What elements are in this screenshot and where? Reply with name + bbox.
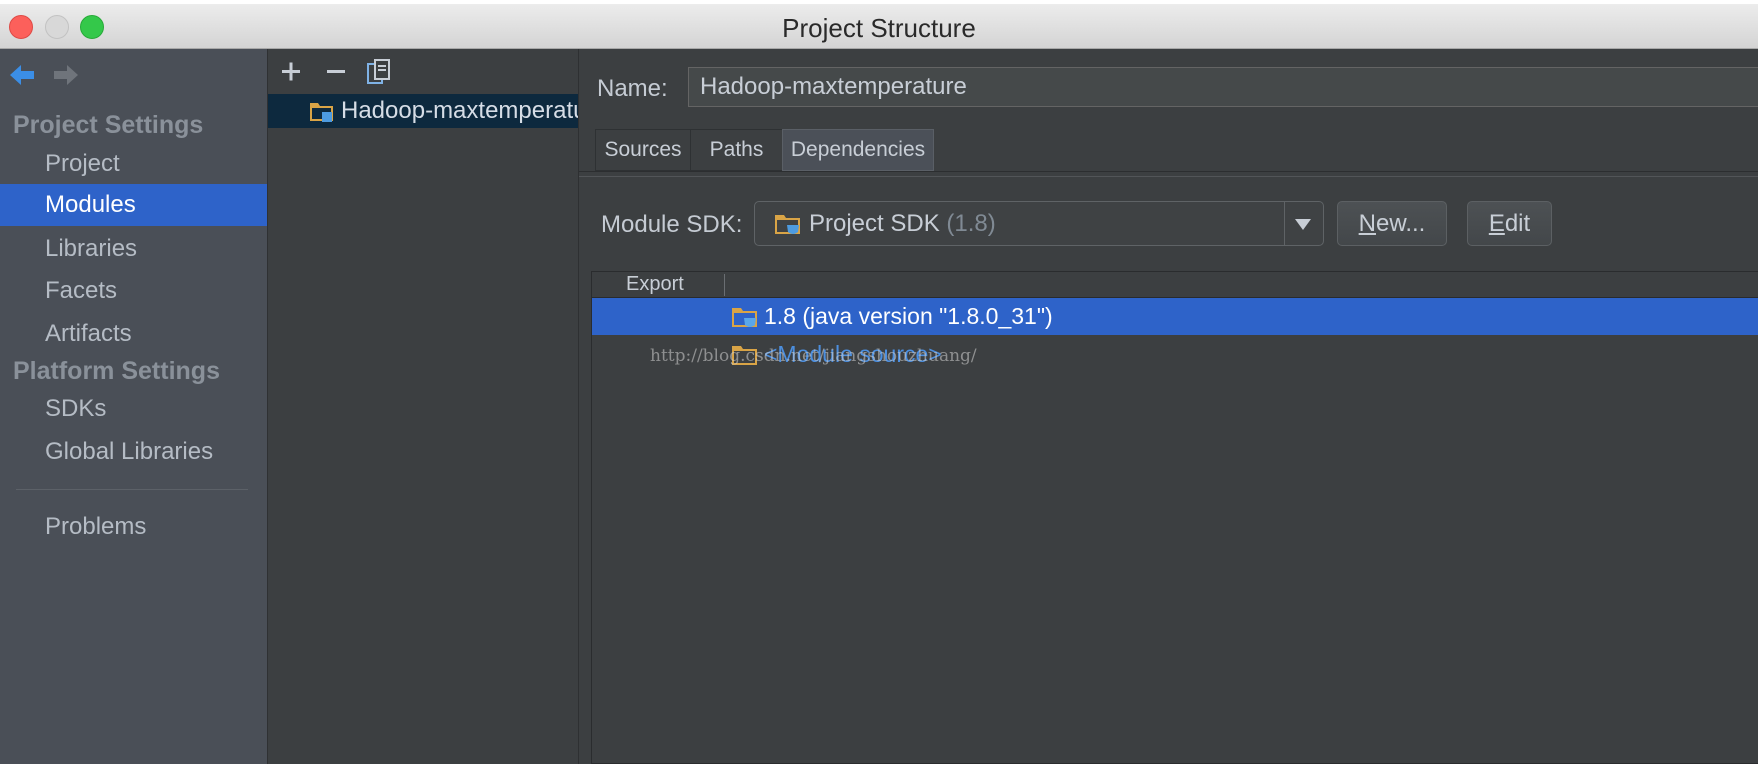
module-name-field[interactable]: Hadoop-maxtemperature xyxy=(688,67,1758,107)
copy-icon[interactable] xyxy=(364,57,394,87)
sidebar-item-modules[interactable]: Modules xyxy=(0,184,267,226)
dropdown-arrow-icon[interactable] xyxy=(1295,219,1311,230)
sidebar-item-libraries[interactable]: Libraries xyxy=(0,228,267,270)
sdk-folder-icon xyxy=(775,215,800,234)
dependency-label: 1.8 (java version "1.8.0_31") xyxy=(764,303,1053,329)
platform-settings-header: Platform Settings xyxy=(13,357,220,385)
add-icon[interactable] xyxy=(276,57,306,87)
module-settings-panel: Name: Hadoop-maxtemperature Sources Path… xyxy=(579,49,1758,764)
column-separator[interactable] xyxy=(724,274,725,296)
module-tabs: Sources Paths Dependencies xyxy=(595,129,934,171)
back-arrow-icon[interactable] xyxy=(6,61,38,89)
module-sdk-select[interactable]: Project SDK (1.8) xyxy=(754,201,1324,246)
forward-arrow-icon[interactable] xyxy=(50,61,82,89)
sidebar-item-problems[interactable]: Problems xyxy=(0,506,267,548)
new-label: ew... xyxy=(1375,210,1426,237)
tab-separator xyxy=(579,171,1758,177)
sidebar-item-sdks[interactable]: SDKs xyxy=(0,388,267,430)
edit-mnemonic: E xyxy=(1488,210,1505,237)
watermark: http://blog.csdn.net/jiangshouzhuang/ xyxy=(650,346,977,366)
remove-icon[interactable] xyxy=(321,57,351,87)
edit-sdk-button[interactable]: Edit xyxy=(1467,201,1552,246)
column-export[interactable]: Export xyxy=(626,273,684,296)
title-bar: Project Structure xyxy=(0,4,1758,49)
modules-list-panel: Hadoop-maxtemperature xyxy=(268,49,579,764)
project-structure-window: Project Structure Project Settings Proje… xyxy=(0,4,1758,764)
window-title: Project Structure xyxy=(782,13,976,43)
sidebar-item-artifacts[interactable]: Artifacts xyxy=(0,313,267,355)
sidebar-item-project[interactable]: Project xyxy=(0,143,267,185)
tab-sources[interactable]: Sources xyxy=(595,129,691,171)
sidebar-item-global-libraries[interactable]: Global Libraries xyxy=(0,431,267,473)
project-settings-header: Project Settings xyxy=(13,111,204,139)
sidebar-item-facets[interactable]: Facets xyxy=(0,270,267,312)
settings-sidebar: Project Settings Project Modules Librari… xyxy=(0,49,268,764)
table-header: Export xyxy=(592,272,1758,298)
module-sdk-label: Module SDK: xyxy=(601,211,743,238)
new-sdk-button[interactable]: New... xyxy=(1337,201,1447,246)
sidebar-divider xyxy=(16,489,248,490)
module-tree-item[interactable]: Hadoop-maxtemperature xyxy=(268,94,578,128)
name-label: Name: xyxy=(597,75,668,102)
module-folder-icon xyxy=(310,103,333,122)
jdk-folder-icon xyxy=(732,308,757,327)
edit-label: dit xyxy=(1504,210,1531,237)
sdk-name: Project SDK xyxy=(809,210,940,237)
module-tree-label: Hadoop-maxtemperature xyxy=(341,97,578,124)
tab-paths[interactable]: Paths xyxy=(690,129,783,171)
tab-dependencies[interactable]: Dependencies xyxy=(782,129,934,171)
new-mnemonic: N xyxy=(1358,210,1376,237)
sdk-version: (1.8) xyxy=(946,210,996,237)
dependencies-table: Export 1.8 (java version "1.8.0_31") <Mo… xyxy=(591,271,1758,764)
select-divider xyxy=(1284,202,1285,245)
module-sdk-value: Project SDK (1.8) xyxy=(809,210,996,238)
table-row[interactable]: 1.8 (java version "1.8.0_31") xyxy=(592,298,1758,335)
